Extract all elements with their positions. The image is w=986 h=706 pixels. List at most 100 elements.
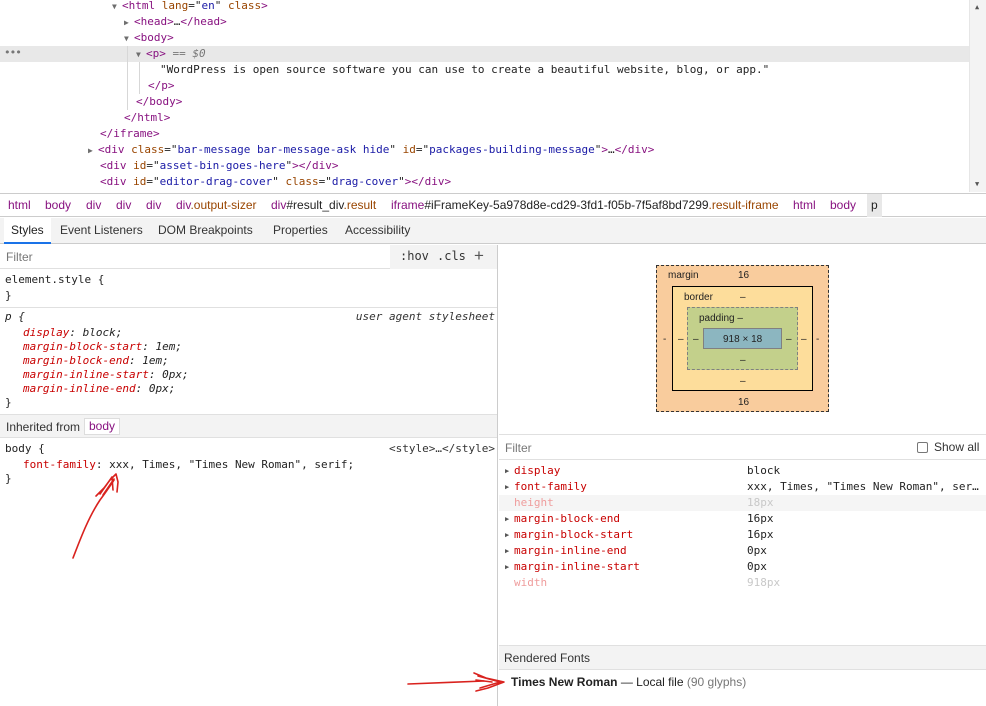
rendered-font-glyph-count: (90 glyphs)	[686, 675, 747, 689]
node-actions-ellipsis[interactable]: •••	[4, 46, 22, 62]
border-top-value[interactable]: –	[740, 292, 746, 303]
tab-styles[interactable]: Styles	[4, 218, 51, 244]
computed-property-value: 918px	[747, 576, 781, 589]
breadcrumb-item[interactable]: div#result_div.result	[267, 194, 380, 217]
breadcrumb-item[interactable]: body	[826, 194, 860, 217]
breadcrumb-item[interactable]: div	[142, 194, 165, 217]
computed-property-value: 16px	[747, 528, 774, 541]
tab-accessibility[interactable]: Accessibility	[338, 218, 417, 244]
dom-node-html[interactable]: ▼ <html lang="en" class>	[112, 0, 268, 14]
breadcrumb-item[interactable]: div.output-sizer	[172, 194, 260, 217]
dom-node-html-close[interactable]: </html>	[124, 110, 170, 126]
dom-token: id	[133, 175, 147, 188]
expand-triangle-icon[interactable]: ▶	[124, 15, 134, 31]
breadcrumb-item[interactable]: html	[4, 194, 35, 217]
breadcrumb-item[interactable]: body	[41, 194, 75, 217]
computed-property-row[interactable]: ▶ display block	[499, 463, 986, 479]
expand-triangle-icon[interactable]: ▶	[505, 527, 509, 543]
breadcrumb-tag: div	[146, 198, 162, 212]
computed-property-row[interactable]: width 918px	[499, 575, 986, 591]
expand-triangle-icon[interactable]: ▶	[505, 463, 509, 479]
computed-property-row[interactable]: height 18px	[499, 495, 986, 511]
dom-token: "	[214, 0, 228, 12]
breadcrumb-class: .result	[343, 198, 377, 212]
scroll-down-icon[interactable]: ▼	[975, 180, 979, 188]
dom-node-body-close[interactable]: </body>	[136, 94, 182, 110]
p-rule-selector[interactable]: p {	[5, 310, 25, 324]
expand-triangle-icon[interactable]: ▶	[505, 479, 509, 495]
computed-property-row[interactable]: ▶ margin-block-end 16px	[499, 511, 986, 527]
padding-bottom-value[interactable]: –	[740, 355, 746, 366]
breadcrumb-item[interactable]: p	[867, 194, 882, 217]
margin-bottom-value[interactable]: 16	[738, 397, 749, 408]
collapse-triangle-icon[interactable]: ▼	[112, 0, 122, 15]
dom-tree-scrollbar[interactable]: ▲ ▼	[969, 0, 986, 192]
tree-guide-line	[139, 62, 140, 94]
css-property[interactable]: font-family: xxx, Times, "Times New Roma…	[23, 458, 354, 472]
new-style-rule-icon[interactable]: +	[474, 246, 484, 266]
dom-node-p-selected[interactable]: ▼ <p> == $0	[136, 46, 206, 62]
inherited-node-link[interactable]: body	[84, 418, 121, 435]
element-style-selector[interactable]: element.style {	[5, 273, 104, 287]
tab-properties[interactable]: Properties	[266, 218, 335, 244]
margin-top-value[interactable]: 16	[738, 270, 749, 281]
scroll-up-icon[interactable]: ▲	[975, 3, 979, 11]
dom-token: "WordPress is open source software you c…	[160, 63, 770, 76]
margin-left-value[interactable]: -	[663, 334, 666, 345]
dom-node-body[interactable]: ▼ <body>	[124, 30, 174, 46]
breadcrumb-item[interactable]: iframe#iFrameKey-5a978d8e-cd29-3fd1-f05b…	[387, 194, 783, 217]
elements-dom-tree[interactable]: ••• ▼ <html lang="en" class> ▶ <head>…</he…	[0, 0, 986, 192]
padding-right-value[interactable]: –	[786, 334, 792, 345]
dom-node-iframe-close[interactable]: </iframe>	[100, 126, 160, 142]
rendered-font-entry: Times New Roman — Local file (90 glyphs)	[511, 675, 746, 689]
body-rule-selector[interactable]: body {	[5, 442, 45, 456]
tab-event-listeners[interactable]: Event Listeners	[53, 218, 150, 244]
css-property[interactable]: margin-inline-start: 0px;	[23, 368, 189, 382]
collapse-triangle-icon[interactable]: ▼	[124, 31, 134, 47]
css-property[interactable]: margin-inline-end: 0px;	[23, 382, 175, 396]
rendered-fonts-header: Rendered Fonts	[499, 645, 986, 670]
expand-triangle-icon[interactable]: ▶	[88, 143, 98, 159]
computed-property-value: 18px	[747, 496, 774, 509]
show-all-label[interactable]: Show all	[934, 440, 979, 454]
border-right-value[interactable]: –	[801, 334, 807, 345]
class-toggle[interactable]: .cls	[437, 249, 466, 263]
computed-property-name: font-family	[514, 480, 587, 493]
border-bottom-value[interactable]: –	[740, 376, 746, 387]
breadcrumb-tag: body	[45, 198, 72, 212]
tab-dom-breakpoints[interactable]: DOM Breakpoints	[151, 218, 260, 244]
expand-triangle-icon[interactable]: ▶	[505, 543, 509, 559]
show-all-checkbox[interactable]	[917, 442, 928, 453]
dom-node-div-asset-bin[interactable]: <div id="asset-bin-goes-here"></div>	[100, 158, 338, 174]
breadcrumb-tag: html	[8, 198, 31, 212]
computed-property-row[interactable]: ▶ margin-inline-end 0px	[499, 543, 986, 559]
dom-token: >	[261, 0, 268, 12]
dom-node-div-editor-drag-cover[interactable]: <div id="editor-drag-cover" class="drag-…	[100, 174, 451, 190]
computed-property-row[interactable]: ▶ margin-inline-start 0px	[499, 559, 986, 575]
dom-node-p-close[interactable]: </p>	[148, 78, 175, 94]
rule-source-link[interactable]: <style>…</style>	[389, 442, 495, 456]
dom-node-head[interactable]: ▶ <head>…</head>	[124, 14, 227, 30]
css-property[interactable]: margin-block-end: 1em;	[23, 354, 169, 368]
rule-source-link[interactable]: user agent stylesheet	[356, 310, 495, 324]
collapse-triangle-icon[interactable]: ▼	[136, 47, 146, 63]
computed-filter-input[interactable]	[505, 440, 805, 456]
content-size-value[interactable]: 918 × 18	[723, 334, 762, 345]
padding-left-value[interactable]: –	[693, 334, 699, 345]
expand-triangle-icon[interactable]: ▶	[505, 511, 509, 527]
dom-text-node[interactable]: "WordPress is open source software you c…	[160, 62, 769, 78]
css-property[interactable]: margin-block-start: 1em;	[23, 340, 182, 354]
dom-node-div-bar-message[interactable]: ▶ <div class="bar-message bar-message-ask…	[88, 142, 654, 158]
breadcrumb-item[interactable]: div	[112, 194, 135, 217]
hover-state-toggle[interactable]: :hov	[400, 249, 429, 263]
computed-property-row[interactable]: ▶ margin-block-start 16px	[499, 527, 986, 543]
breadcrumb-item[interactable]: div	[82, 194, 105, 217]
breadcrumb-item[interactable]: html	[789, 194, 820, 217]
styles-filter-input[interactable]	[6, 249, 386, 265]
computed-property-row[interactable]: ▶ font-family xxx, Times, "Times New Roman…	[499, 479, 986, 495]
css-property[interactable]: display: block;	[23, 326, 122, 340]
margin-right-value[interactable]: -	[816, 334, 819, 345]
dom-token: <div	[100, 159, 134, 172]
border-left-value[interactable]: –	[678, 334, 684, 345]
expand-triangle-icon[interactable]: ▶	[505, 559, 509, 575]
